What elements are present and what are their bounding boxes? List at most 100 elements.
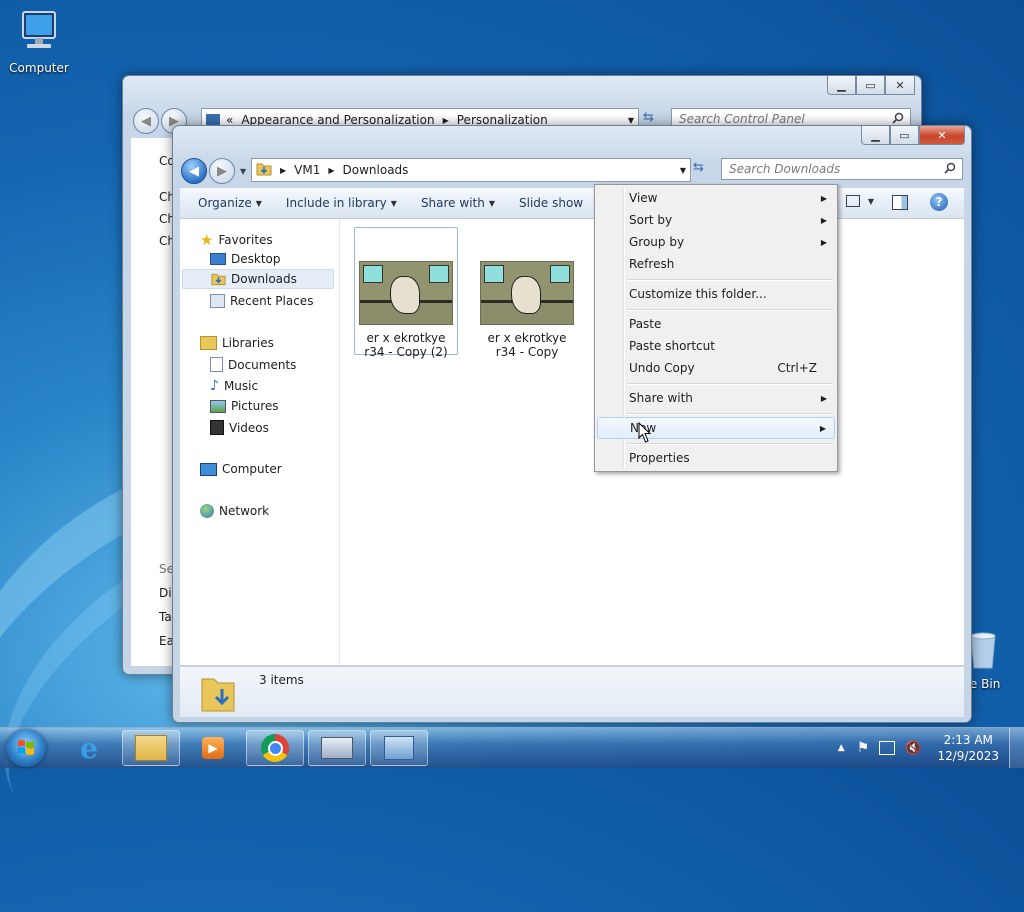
explorer-window[interactable]: ▁ ▭ ✕ ◀ ▶ ▼ ▶ VM1 ▶ Downloads ▼ ⇆ Search…: [172, 125, 972, 723]
taskbar-explorer[interactable]: [122, 730, 180, 766]
share-with-button[interactable]: Share with ▼: [409, 188, 507, 218]
taskbar-control-panel[interactable]: [370, 730, 428, 766]
nav-pictures[interactable]: Pictures: [210, 399, 279, 413]
recycle-bin-icon: [968, 630, 1024, 673]
search-placeholder: Search Control Panel: [679, 112, 805, 126]
windows-logo-icon: [18, 740, 34, 755]
slide-show-button[interactable]: Slide show: [507, 188, 595, 218]
menu-item-refresh[interactable]: Refresh: [597, 253, 835, 275]
menu-shortcut: Ctrl+Z: [777, 361, 817, 375]
menu-item-share-with[interactable]: Share with ▶: [597, 387, 835, 409]
change-view-icon[interactable]: [845, 195, 860, 207]
start-button[interactable]: [6, 729, 46, 767]
taskbar-chrome[interactable]: [246, 730, 304, 766]
caret-down-icon[interactable]: ▼: [868, 197, 874, 206]
nav-label: Favorites: [218, 233, 273, 247]
nav-downloads[interactable]: Downloads: [182, 269, 334, 289]
menu-item-new[interactable]: New▶: [597, 417, 835, 439]
organize-button[interactable]: Organize ▼: [180, 188, 274, 218]
breadcrumb-arrow-icon[interactable]: ▶: [443, 116, 449, 125]
menu-item-group-by[interactable]: Group by ▶: [597, 231, 835, 253]
file-item[interactable]: er x ekrotkye r34 - Copy (2): [354, 227, 458, 359]
forward-button[interactable]: ▶: [209, 158, 235, 184]
nav-desktop[interactable]: Desktop: [210, 252, 281, 266]
taskbar-internet-explorer[interactable]: e: [60, 730, 118, 766]
nav-label: Documents: [228, 357, 297, 372]
address-bar[interactable]: ▶ VM1 ▶ Downloads ▼: [251, 158, 691, 182]
folder-icon: [135, 735, 167, 761]
nav-label: Desktop: [231, 252, 281, 266]
nav-music[interactable]: ♪ Music: [210, 378, 258, 394]
desktop-icon-computer[interactable]: Computer: [4, 8, 74, 75]
action-center-flag-icon[interactable]: ⚑: [857, 740, 870, 756]
clock[interactable]: 2:13 AM 12/9/2023: [927, 732, 1009, 764]
menu-separator: [627, 383, 833, 385]
submenu-arrow-icon: ▶: [820, 237, 827, 247]
search-input[interactable]: Search Downloads: [721, 158, 963, 180]
maximize-button[interactable]: ▭: [890, 126, 919, 145]
nav-videos[interactable]: Videos: [210, 420, 269, 435]
menu-separator: [627, 443, 833, 445]
menu-item-paste-shortcut[interactable]: Paste shortcut: [597, 335, 835, 357]
chevron-down-icon[interactable]: ▼: [680, 166, 686, 175]
nav-libraries[interactable]: Libraries: [200, 336, 274, 350]
menu-item-properties[interactable]: Properties: [597, 447, 835, 469]
menu-label: Refresh: [629, 257, 675, 271]
nav-label: Music: [223, 379, 259, 393]
menu-separator: [627, 279, 833, 281]
back-button[interactable]: ◀: [181, 158, 207, 184]
nav-computer[interactable]: Computer: [200, 462, 282, 476]
nav-favorites[interactable]: ★ Favorites: [200, 231, 273, 249]
context-menu: View ▶ Sort by ▶ Group by ▶ Refresh Customi…: [594, 184, 838, 472]
minimize-button[interactable]: ▁: [861, 126, 890, 145]
taskbar: e ▶ ▲ ⚑ 🔇 2:13 AM 12/9/2023: [0, 727, 1024, 768]
volume-muted-icon[interactable]: 🔇: [905, 741, 921, 756]
show-hidden-icons-icon[interactable]: ▲: [838, 743, 845, 753]
menu-label: View: [629, 191, 658, 205]
downloads-folder-icon: [211, 273, 226, 286]
libraries-icon: [200, 336, 217, 350]
breadcrumb-item[interactable]: VM1: [294, 163, 320, 177]
command-bar: Organize ▼ Include in library ▼ Share with…: [180, 188, 964, 219]
desktop-icon: [210, 253, 226, 265]
menu-label: Sort by: [629, 213, 673, 227]
refresh-icon[interactable]: ⇆: [643, 110, 654, 125]
menu-item-paste[interactable]: Paste: [597, 313, 835, 335]
menu-label: Undo Copy: [629, 361, 695, 375]
menu-item-undo-copy[interactable]: Undo Copy Ctrl+Z: [597, 357, 835, 379]
breadcrumb-arrow-icon[interactable]: ▶: [280, 166, 286, 175]
downloads-folder-icon: [200, 673, 236, 716]
menu-label: Customize this folder...: [629, 287, 767, 301]
caret-down-icon: ▼: [255, 198, 262, 208]
image-thumbnail: [480, 261, 574, 325]
recent-pages-icon[interactable]: ▼: [240, 167, 246, 176]
preview-pane-icon[interactable]: [892, 195, 908, 210]
show-desktop-button[interactable]: [1009, 728, 1024, 768]
nav-recent-places[interactable]: Recent Places: [210, 294, 313, 308]
pictures-icon: [210, 399, 226, 413]
file-item[interactable]: er x ekrotkye r34 - Copy: [475, 227, 579, 359]
menu-separator: [627, 309, 833, 311]
close-button[interactable]: ✕: [885, 76, 915, 95]
nav-network[interactable]: Network: [200, 504, 269, 518]
menu-item-view[interactable]: View ▶: [597, 187, 835, 209]
back-button[interactable]: ◀: [133, 108, 159, 134]
nav-documents[interactable]: Documents: [210, 357, 296, 372]
caret-down-icon: ▼: [488, 198, 495, 208]
nav-label: Network: [219, 504, 270, 518]
menu-label: Paste shortcut: [629, 339, 715, 353]
chevron-down-icon[interactable]: ▼: [628, 116, 634, 125]
help-icon[interactable]: ?: [930, 193, 948, 211]
breadcrumb-item[interactable]: Downloads: [343, 163, 409, 177]
breadcrumb-arrow-icon[interactable]: ▶: [328, 166, 334, 175]
menu-item-customize-folder[interactable]: Customize this folder...: [597, 283, 835, 305]
refresh-icon[interactable]: ⇆: [693, 160, 704, 175]
minimize-button[interactable]: ▁: [827, 76, 856, 95]
include-in-library-button[interactable]: Include in library ▼: [274, 188, 409, 218]
taskbar-on-screen-keyboard[interactable]: [308, 730, 366, 766]
close-button[interactable]: ✕: [919, 126, 965, 145]
taskbar-media-player[interactable]: ▶: [184, 730, 242, 766]
menu-item-sort-by[interactable]: Sort by ▶: [597, 209, 835, 231]
network-status-icon[interactable]: [879, 741, 896, 755]
maximize-button[interactable]: ▭: [856, 76, 885, 95]
